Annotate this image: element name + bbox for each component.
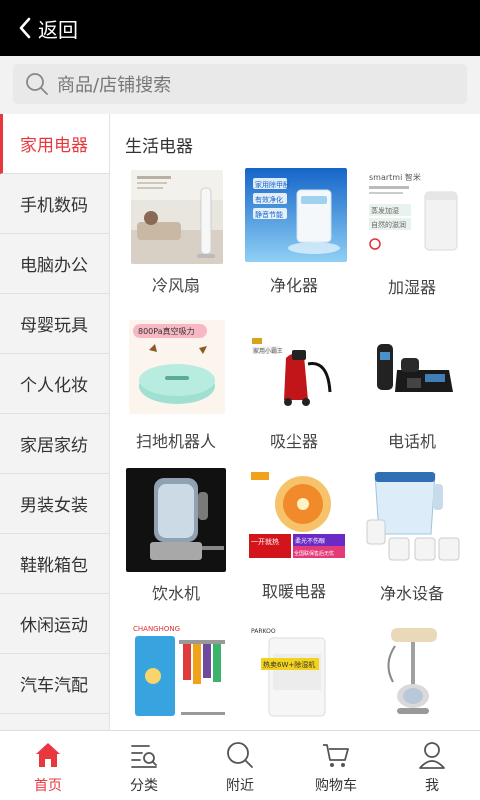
product-water-filter[interactable]: 净水设备	[353, 468, 471, 618]
category-icon	[131, 745, 157, 768]
sidebar-item-auto[interactable]: 汽车汽配	[0, 654, 109, 714]
product-label: 净水设备	[379, 584, 444, 603]
product-label: 净化器	[269, 276, 318, 295]
svg-text:有效净化: 有效净化	[255, 195, 283, 204]
product-robot-vacuum[interactable]: 800Pa真空吸力 扫地机器人	[117, 320, 235, 470]
sidebar-item-home-appliances[interactable]: 家用电器	[0, 114, 109, 174]
product-label: 扫地机器人	[135, 432, 216, 451]
tab-profile[interactable]: 我	[384, 731, 480, 800]
search-icon	[26, 73, 48, 95]
product-humidifier[interactable]: smartmi 智米 蒸发加湿 自然的滋润 加湿器	[353, 168, 471, 318]
section-title: 生活电器	[125, 137, 193, 157]
svg-text:柔光不伤眼: 柔光不伤眼	[295, 537, 325, 545]
top-bar: 返回	[0, 0, 480, 56]
product-dehumidifier[interactable]: PARKOO 热卖6W+除湿机	[235, 624, 353, 730]
category-sidebar: 家用电器 手机数码 电脑办公 母婴玩具 个人化妆 家居家纺 男装女装 鞋靴箱包 …	[0, 114, 110, 730]
back-label: 返回	[38, 17, 78, 42]
svg-text:蒸发加湿: 蒸发加湿	[371, 206, 399, 215]
product-heater[interactable]: 一开就热 柔光不伤眼 全国联保售后无忧 取暖电器	[235, 470, 353, 620]
air-purifier-image: 家用除甲醛 有效净化 静音节能	[245, 168, 347, 262]
product-label: 取暖电器	[261, 582, 326, 601]
svg-text:热卖6W+除湿机: 热卖6W+除湿机	[263, 660, 315, 669]
back-button[interactable]: 返回	[18, 14, 78, 42]
tab-nearby[interactable]: 附近	[192, 731, 288, 800]
vacuum-cleaner-image: 家用小霸王	[248, 320, 344, 414]
tab-category[interactable]: 分类	[96, 731, 192, 800]
search-icon	[227, 742, 253, 768]
product-garment-steamer[interactable]	[353, 624, 471, 730]
svg-text:PARKOO: PARKOO	[251, 628, 276, 635]
product-label: 吸尘器	[269, 432, 318, 451]
search-placeholder: 商品/店铺搜索	[57, 75, 172, 96]
water-filter-image	[359, 468, 467, 572]
sidebar-item-phones-digital[interactable]: 手机数码	[0, 174, 109, 234]
svg-text:CHANGHONG: CHANGHONG	[133, 625, 180, 633]
svg-text:静音节能: 静音节能	[255, 210, 283, 219]
tab-home[interactable]: 首页	[0, 731, 96, 800]
cart-icon	[323, 744, 349, 767]
garment-steamer-image	[363, 624, 463, 722]
sidebar-item-computers-office[interactable]: 电脑办公	[0, 234, 109, 294]
robot-vacuum-image: 800Pa真空吸力	[129, 320, 225, 414]
tab-cart[interactable]: 购物车	[288, 731, 384, 800]
heater-image: 一开就热 柔光不伤眼 全国联保售后无忧	[247, 470, 347, 566]
home-icon	[36, 743, 60, 767]
humidifier-image: smartmi 智米 蒸发加湿 自然的滋润	[363, 168, 465, 262]
svg-text:smartmi 智米: smartmi 智米	[369, 172, 421, 182]
product-vacuum-cleaner[interactable]: 家用小霸王 吸尘器	[235, 320, 353, 470]
product-content: 生活电器 冷风扇 家用除甲醛 有效净化 静音节能 净化器 smartmi 智米 …	[110, 114, 480, 730]
product-label: 电话机	[387, 432, 436, 451]
sidebar-item-sports[interactable]: 休闲运动	[0, 594, 109, 654]
sidebar-item-baby-toys[interactable]: 母婴玩具	[0, 294, 109, 354]
sidebar-item-personal-makeup[interactable]: 个人化妆	[0, 354, 109, 414]
chevron-left-icon	[19, 17, 31, 39]
tab-label: 我	[425, 778, 439, 794]
product-label: 加湿器	[387, 278, 436, 297]
telephone-image	[365, 320, 461, 414]
sidebar-item-clothing[interactable]: 男装女装	[0, 474, 109, 534]
water-dispenser-image	[126, 468, 226, 572]
product-tower-fan[interactable]: 冷风扇	[117, 170, 235, 320]
svg-text:全国联保售后无忧: 全国联保售后无忧	[294, 550, 334, 557]
product-clothes-dryer[interactable]: CHANGHONG	[117, 622, 235, 730]
product-label: 冷风扇	[151, 276, 200, 295]
svg-text:家用小霸王: 家用小霸王	[253, 347, 283, 355]
tab-label: 分类	[130, 778, 158, 794]
product-air-purifier[interactable]: 家用除甲醛 有效净化 静音节能 净化器	[235, 168, 353, 318]
tab-label: 附近	[226, 778, 254, 794]
sidebar-item-shoes-bags[interactable]: 鞋靴箱包	[0, 534, 109, 594]
svg-text:自然的滋润: 自然的滋润	[371, 220, 406, 229]
tab-label: 购物车	[315, 778, 357, 794]
sidebar-item-home-textiles[interactable]: 家居家纺	[0, 414, 109, 474]
bottom-tab-bar: 首页 分类 附近 购物车 我	[0, 730, 480, 800]
dehumidifier-image: PARKOO 热卖6W+除湿机	[247, 624, 347, 722]
product-telephone[interactable]: 电话机	[353, 320, 471, 470]
svg-text:一开就热: 一开就热	[251, 537, 279, 546]
clothes-dryer-image: CHANGHONG	[129, 622, 229, 722]
product-water-dispenser[interactable]: 饮水机	[117, 468, 235, 618]
tower-fan-image	[131, 170, 223, 264]
tab-label: 首页	[34, 778, 62, 794]
search-input[interactable]: 商品/店铺搜索	[13, 64, 467, 104]
user-icon	[419, 742, 445, 769]
product-label: 饮水机	[151, 584, 200, 603]
svg-text:家用除甲醛: 家用除甲醛	[255, 180, 290, 189]
svg-text:800Pa真空吸力: 800Pa真空吸力	[138, 326, 195, 336]
search-bar-area: 商品/店铺搜索	[0, 56, 480, 114]
